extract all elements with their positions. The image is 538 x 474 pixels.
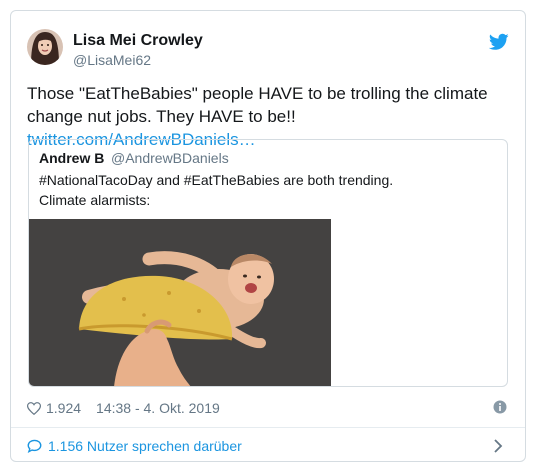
twitter-bird-icon[interactable] [489,33,509,51]
heart-icon[interactable] [27,401,41,415]
quoted-tweet[interactable]: Andrew B @AndrewBDaniels #NationalTacoDa… [28,139,508,387]
chevron-right-icon[interactable] [493,438,503,454]
author-name[interactable]: Lisa Mei Crowley [73,32,203,50]
quoted-author-handle[interactable]: @AndrewBDaniels [111,150,229,166]
avatar[interactable] [27,29,63,65]
quoted-text-line-1: #NationalTacoDay and #EatTheBabies are b… [39,172,394,188]
likes-count[interactable]: 1.924 [46,400,81,416]
info-icon[interactable] [493,400,507,414]
divider [11,427,525,428]
quoted-text-line-2: Climate alarmists: [39,192,151,208]
baby-taco-photo[interactable] [29,219,331,387]
conversation-link[interactable]: 1.156 Nutzer sprechen darüber [27,438,242,454]
quoted-author-name[interactable]: Andrew B [39,150,104,166]
author-handle[interactable]: @LisaMei62 [73,52,151,68]
speech-bubble-icon [27,439,42,453]
tweet-body: Those "EatTheBabies" people HAVE to be t… [27,84,488,126]
tweet-meta: 1.924 14:38 - 4. Okt. 2019 [27,400,220,416]
timestamp[interactable]: 14:38 - 4. Okt. 2019 [96,400,220,416]
conversation-count-text[interactable]: 1.156 Nutzer sprechen darüber [48,438,242,454]
embedded-tweet-card[interactable]: Lisa Mei Crowley @LisaMei62 Those "EatTh… [10,10,526,462]
